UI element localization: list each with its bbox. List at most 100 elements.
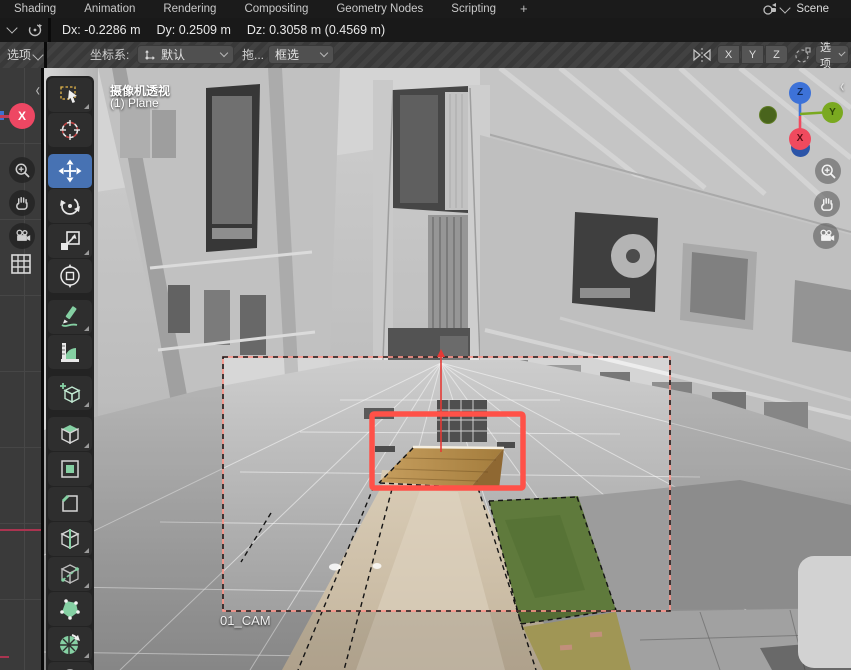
add-workspace-button[interactable]: + xyxy=(510,0,538,18)
camera-name-label: 01_CAM xyxy=(220,613,271,628)
mirror-x-toggle[interactable]: X xyxy=(717,45,740,64)
orientation-dropdown[interactable]: 默认 xyxy=(137,45,234,64)
red-tick xyxy=(0,656,9,658)
tool-extrude-region-button[interactable] xyxy=(48,417,92,451)
tool-loop-cut-button[interactable] xyxy=(48,522,92,556)
tool-scale-button[interactable] xyxy=(48,224,92,258)
scene-selector[interactable]: Scene xyxy=(762,0,829,18)
orbit-icon xyxy=(26,21,44,39)
proportional-falloff-icon[interactable] xyxy=(794,46,812,64)
mirror-y-toggle[interactable]: Y xyxy=(741,45,764,64)
zoom-button[interactable] xyxy=(9,157,35,183)
mirror-z-toggle[interactable]: Z xyxy=(765,45,788,64)
camera-view-button[interactable] xyxy=(9,223,35,249)
transform-status-text: Dx: -0.2286 m Dy: 0.2509 m Dz: 0.3058 m … xyxy=(62,18,385,42)
viewport-header: Dx: -0.2286 m Dy: 0.2509 m Dz: 0.3058 m … xyxy=(0,18,851,43)
bevel-icon xyxy=(57,491,83,517)
poly-build-icon xyxy=(57,596,83,622)
tab-scripting[interactable]: Scripting xyxy=(437,0,510,18)
tool-bevel-button[interactable] xyxy=(48,487,92,521)
tool-smooth-button[interactable] xyxy=(48,662,92,670)
axis-x-ball[interactable]: X xyxy=(789,128,811,150)
tool-inset-faces-button[interactable] xyxy=(48,452,92,486)
tool-annotate-button[interactable] xyxy=(48,300,92,334)
tool-settings-bar: 选项 坐标系: 默认 拖... 框选 X Y Z xyxy=(0,42,851,69)
zoom-icon xyxy=(13,161,31,179)
editor-type-chevron-icon[interactable] xyxy=(6,22,17,33)
pan-icon xyxy=(818,195,836,213)
delta-y-value: Dy: 0.2509 m xyxy=(157,23,231,37)
delta-x-value: Dx: -0.2286 m xyxy=(62,23,141,37)
loop-cut-icon xyxy=(57,526,83,552)
tool-select-box-button[interactable] xyxy=(48,78,92,112)
x-axis-gridline xyxy=(0,529,41,531)
rotate-icon xyxy=(57,193,83,219)
tab-rendering[interactable]: Rendering xyxy=(149,0,230,18)
left-editor-options-dropdown[interactable]: 选项 xyxy=(0,42,42,68)
zoom-button[interactable] xyxy=(815,158,841,184)
viewport-scene xyxy=(44,68,851,670)
toolbar xyxy=(46,76,94,670)
options-dropdown[interactable]: 选项 xyxy=(815,45,849,64)
scene-name: Scene xyxy=(796,3,829,15)
zoom-icon xyxy=(819,162,837,180)
chevron-down-icon xyxy=(838,49,845,56)
tool-measure-button[interactable] xyxy=(48,335,92,369)
knife-icon xyxy=(57,561,83,587)
camera-view-button[interactable] xyxy=(813,223,839,249)
editor-divider xyxy=(44,42,47,68)
tab-shading[interactable]: Shading xyxy=(0,0,70,18)
chevron-down-icon xyxy=(780,2,791,13)
tool-move-button[interactable] xyxy=(48,154,92,188)
drag-mode-dropdown[interactable]: 框选 xyxy=(268,45,334,64)
blender-window: Shading Animation Rendering Compositing … xyxy=(0,0,851,670)
options-label: 选项 xyxy=(820,39,835,71)
extrude-region-icon xyxy=(57,421,83,447)
collapse-arrow[interactable]: ‹ xyxy=(36,79,40,100)
mirror-icon[interactable] xyxy=(692,46,712,64)
tool-rotate-button[interactable] xyxy=(48,189,92,223)
tool-transform-button[interactable] xyxy=(48,259,92,293)
move-icon xyxy=(57,158,83,184)
left-options-label: 选项 xyxy=(7,48,31,62)
grid-icon[interactable] xyxy=(9,252,33,276)
axis-z-ball[interactable]: Z xyxy=(789,82,811,104)
drag-mode-value: 框选 xyxy=(275,46,299,63)
axis-y-negative-ball[interactable] xyxy=(759,106,777,124)
scale-icon xyxy=(57,228,83,254)
delta-z-value: Dz: 0.3058 m (0.4569 m) xyxy=(247,23,385,37)
cursor-icon xyxy=(57,117,83,143)
chevron-down-icon xyxy=(220,49,228,57)
selection-label: (1) Plane xyxy=(110,96,159,110)
scene-icon xyxy=(762,2,778,16)
pan-icon xyxy=(13,194,31,212)
x-axis-ball[interactable]: X xyxy=(9,103,35,129)
pan-button[interactable] xyxy=(9,190,35,216)
tab-animation[interactable]: Animation xyxy=(70,0,149,18)
tool-poly-build-button[interactable] xyxy=(48,592,92,626)
inset-faces-icon xyxy=(57,456,83,482)
axis-y-ball[interactable]: Y xyxy=(822,102,843,123)
tool-add-cube-button[interactable] xyxy=(48,376,92,410)
view-axis-gizmo[interactable]: Z Y X xyxy=(756,78,848,164)
camera-view-icon xyxy=(13,227,31,245)
chevron-down-icon xyxy=(320,49,328,57)
tool-cursor-button[interactable] xyxy=(48,113,92,147)
main-3d-viewport[interactable]: 摄像机透视 (1) Plane 01_CAM ‹ xyxy=(44,68,851,670)
orientation-value: 默认 xyxy=(161,46,185,63)
tab-geometry-nodes[interactable]: Geometry Nodes xyxy=(322,0,437,18)
tool-knife-button[interactable] xyxy=(48,557,92,591)
smooth-icon xyxy=(57,666,83,670)
annotate-icon xyxy=(57,304,83,330)
orientation-label: 坐标系: xyxy=(90,42,129,68)
editor-divider xyxy=(48,18,51,42)
axes-icon xyxy=(144,49,156,61)
left-viewport-edge: ‹ X xyxy=(0,68,44,670)
tab-compositing[interactable]: Compositing xyxy=(230,0,322,18)
work-area: ‹ X xyxy=(0,68,851,670)
measure-icon xyxy=(57,339,83,365)
tool-spin-button[interactable] xyxy=(48,627,92,661)
select-box-icon xyxy=(57,82,83,108)
pan-button[interactable] xyxy=(814,191,840,217)
drag-label: 拖... xyxy=(242,42,264,68)
